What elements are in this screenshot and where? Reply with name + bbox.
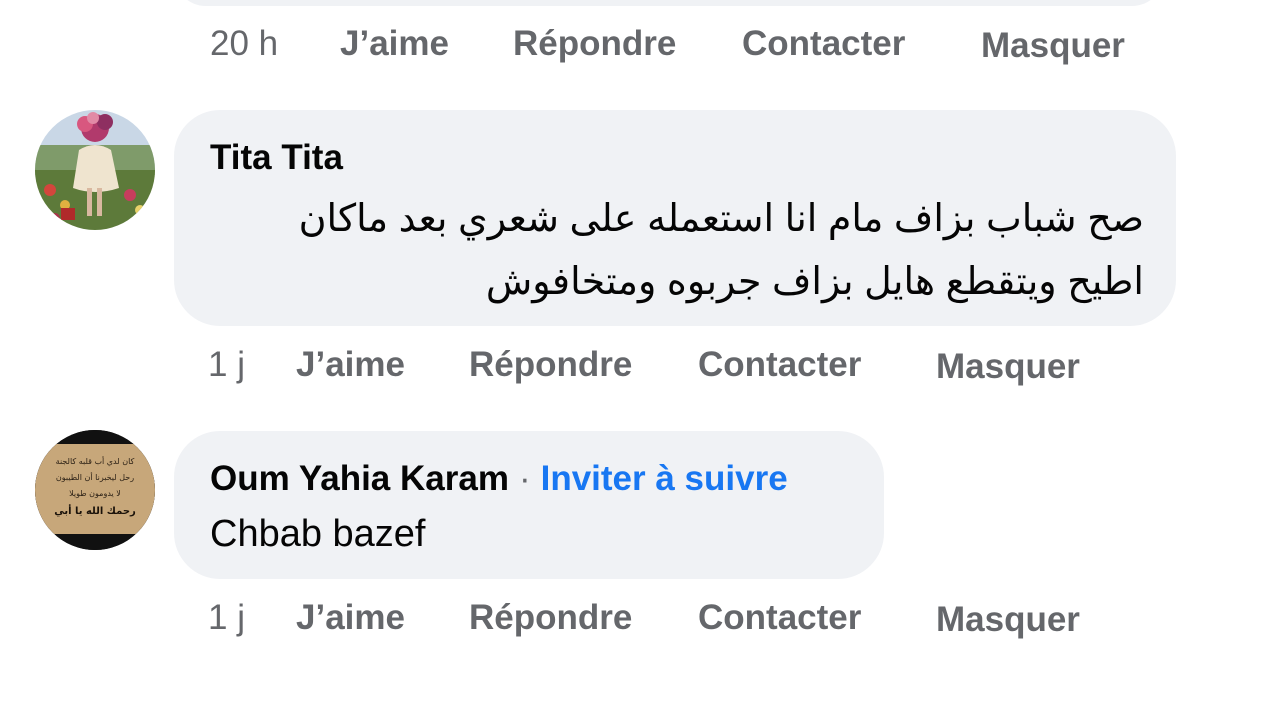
avatar-text-line-2: رحل ليخبرنا أن الطيبون <box>56 472 134 482</box>
like-button[interactable]: J’aime <box>296 598 405 638</box>
like-button[interactable]: J’aime <box>296 345 405 385</box>
reply-button[interactable]: Répondre <box>469 598 632 638</box>
contact-button[interactable]: Contacter <box>742 24 905 64</box>
comment-text-line-1: صح شباب بزاف مام انا استعمله على شعري بع… <box>298 198 1144 240</box>
comments-thread: 20 h J’aime Répondre Contacter Masquer T… <box>0 0 1280 704</box>
reply-button[interactable]: Répondre <box>469 345 632 385</box>
comment-actions: 1 j J’aime Répondre Contacter Masquer <box>0 598 1280 642</box>
avatar-quote-image: كان لدي أب قلبه كالجنة رحل ليخبرنا أن ال… <box>35 430 155 550</box>
comment-author-header: Oum Yahia Karam · Inviter à suivre <box>210 459 788 499</box>
avatar[interactable]: كان لدي أب قلبه كالجنة رحل ليخبرنا أن ال… <box>35 430 155 550</box>
avatar-text-line-3: لا يدومون طويلا <box>69 489 121 498</box>
comment-timestamp[interactable]: 1 j <box>208 598 245 638</box>
separator-dot: · <box>518 459 531 498</box>
hide-button[interactable]: Masquer <box>936 347 1080 387</box>
hide-button[interactable]: Masquer <box>936 600 1080 640</box>
previous-comment-bubble <box>174 0 1164 6</box>
previous-comment-actions: 20 h J’aime Répondre Contacter Masquer <box>0 24 1280 68</box>
invite-to-follow-link[interactable]: Inviter à suivre <box>541 459 788 498</box>
comment-author-name[interactable]: Tita Tita <box>210 138 343 178</box>
comment-timestamp[interactable]: 1 j <box>208 345 245 385</box>
comment-text-line-2: اطيح ويتقطع هايل بزاف جربوه ومتخافوش <box>485 261 1144 303</box>
contact-button[interactable]: Contacter <box>698 345 861 385</box>
avatar-text-line-1: كان لدي أب قلبه كالجنة <box>56 456 135 466</box>
contact-button[interactable]: Contacter <box>698 598 861 638</box>
reply-button[interactable]: Répondre <box>513 24 676 64</box>
like-button[interactable]: J’aime <box>340 24 449 64</box>
comment-text: Chbab bazef <box>210 513 426 555</box>
avatar-text-line-4: رحمك الله يا أبي <box>54 504 136 517</box>
avatar[interactable] <box>35 110 155 230</box>
comment-bubble: Oum Yahia Karam · Inviter à suivre Chbab b… <box>174 431 884 579</box>
comment-actions: 1 j J’aime Répondre Contacter Masquer <box>0 345 1280 389</box>
avatar-flowers-image <box>35 110 155 230</box>
hide-button[interactable]: Masquer <box>981 26 1125 66</box>
comment-bubble: Tita Tita صح شباب بزاف مام انا استعمله ع… <box>174 110 1176 326</box>
comment-author-name[interactable]: Oum Yahia Karam <box>210 459 509 498</box>
comment-timestamp[interactable]: 20 h <box>210 24 278 64</box>
